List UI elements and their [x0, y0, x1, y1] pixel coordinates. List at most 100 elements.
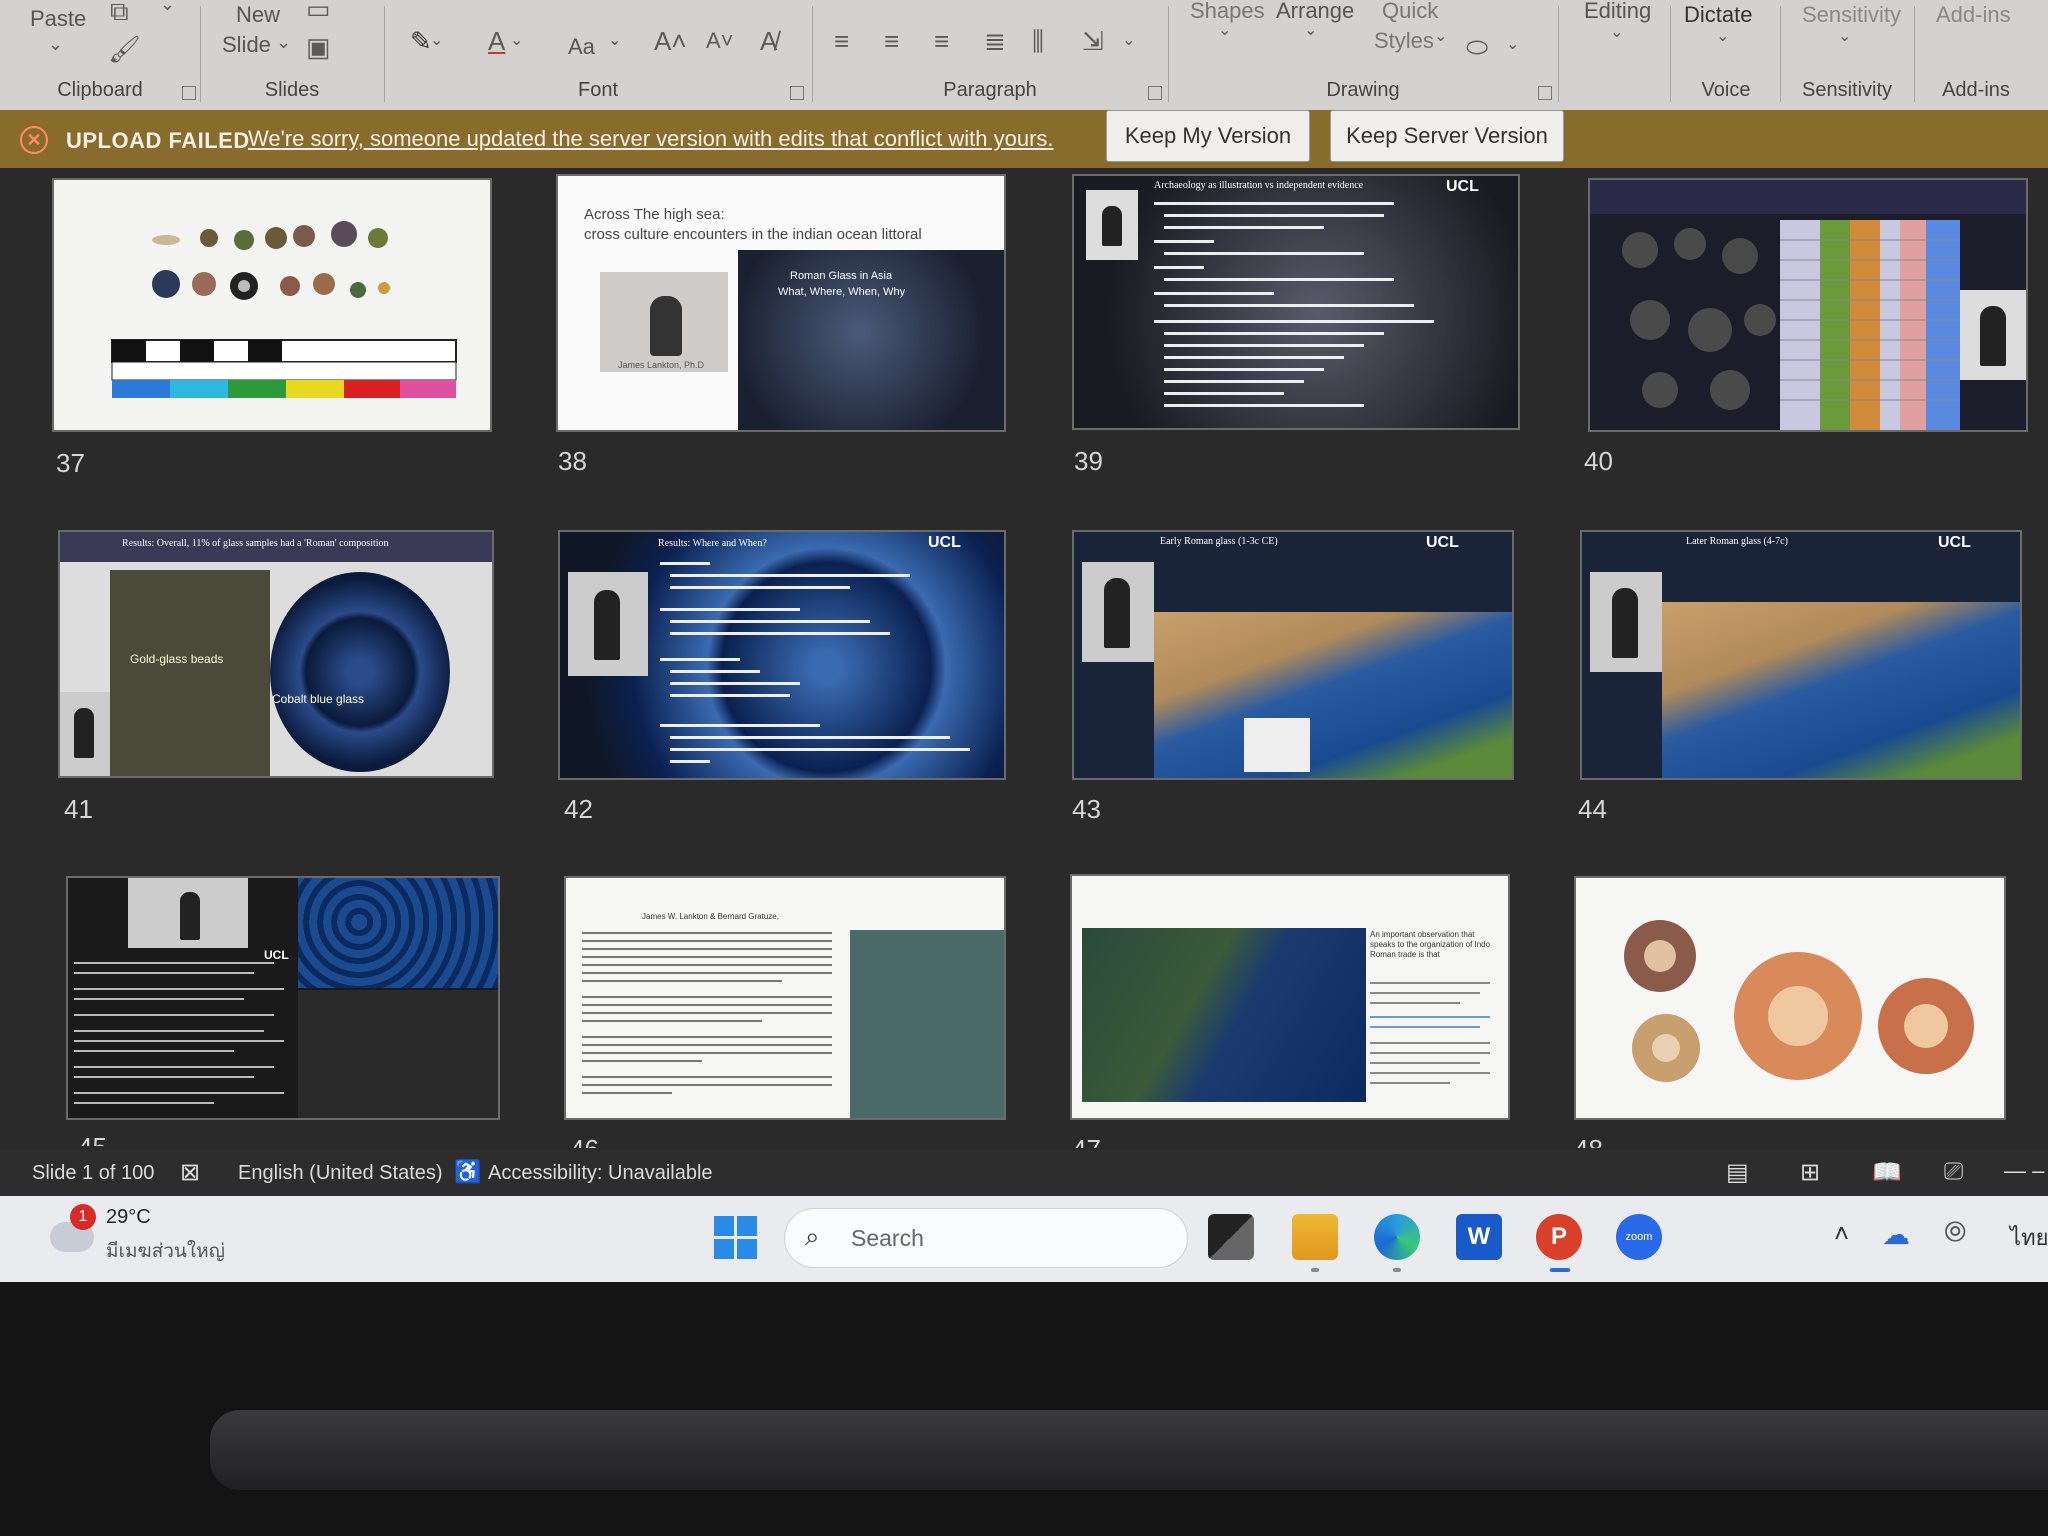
file-explorer-icon[interactable] [1292, 1214, 1338, 1260]
chevron-down-icon[interactable]: ⌄ [276, 32, 291, 53]
slide-header-band [1590, 180, 2026, 214]
slide-thumbnail[interactable]: Results: Overall, 11% of glass samples h… [58, 530, 494, 778]
blue-beads-photo [298, 878, 498, 988]
ribbon-separator [384, 6, 385, 102]
taskbar-search[interactable]: ⌕ Search [784, 1208, 1188, 1268]
font-color-icon[interactable]: A [488, 26, 505, 57]
spellcheck-icon[interactable]: ⊠ [180, 1158, 200, 1187]
align-right-icon[interactable]: ≡ [934, 26, 949, 57]
align-center-icon[interactable]: ≡ [884, 26, 899, 57]
section-icon[interactable]: ▣ [306, 32, 331, 63]
conflict-message-link[interactable]: We're sorry, someone updated the server … [248, 126, 1054, 152]
paste-button[interactable]: Paste [30, 6, 86, 32]
chevron-down-icon[interactable]: ⌄ [160, 0, 175, 15]
new-slide-button-label[interactable]: Slide [222, 32, 271, 58]
onedrive-icon[interactable]: ☁ [1882, 1218, 1910, 1251]
slideshow-icon[interactable]: ⎚ [1944, 1158, 1963, 1186]
powerpoint-icon[interactable]: P [1536, 1214, 1582, 1260]
slide-thumbnail[interactable]: James W. Lankton & Bernard Gratuze, [564, 876, 1006, 1120]
sensitivity-button[interactable]: Sensitivity [1802, 2, 1901, 28]
weather-description[interactable]: มีเมฆส่วนใหญ่ [106, 1236, 225, 1266]
new-slide-button[interactable]: New [236, 2, 280, 28]
chevron-down-icon[interactable]: ⌄ [510, 30, 523, 50]
keep-my-version-button[interactable]: Keep My Version [1106, 110, 1310, 162]
slide-note: An important observation that speaks to … [1370, 930, 1491, 959]
input-language-indicator[interactable]: ไทย [2010, 1220, 2048, 1255]
format-painter-icon[interactable]: 🖌 [108, 34, 141, 65]
normal-view-icon[interactable]: ▤ [1726, 1158, 1749, 1187]
shrink-font-icon[interactable]: A˅ [706, 28, 734, 54]
slide-thumbnail[interactable] [1574, 876, 2006, 1120]
accessibility-icon[interactable]: ♿ [454, 1159, 481, 1185]
chevron-down-icon[interactable]: ⌄ [1506, 34, 1519, 54]
slide-number-partial: 48 [1574, 1134, 1603, 1148]
font-label: Font [577, 79, 619, 101]
slide-thumbnail[interactable]: An important observation that speaks to … [1070, 874, 1510, 1120]
upload-failed-bar: ✕ UPLOAD FAILED We're sorry, someone upd… [0, 110, 2048, 168]
drawing-launcher-icon[interactable] [1538, 86, 1552, 100]
accessibility-status[interactable]: Accessibility: Unavailable [488, 1162, 713, 1185]
editing-button[interactable]: Editing [1584, 0, 1651, 24]
layout-icon[interactable]: ▭ [306, 0, 331, 25]
slide-thumbnail[interactable]: Results: Where and When? UCL [558, 530, 1006, 780]
slide-thumbnail[interactable]: Across The high sea: cross culture encou… [556, 174, 1006, 432]
upload-failed-title: UPLOAD FAILED [66, 128, 250, 153]
change-case-button[interactable]: Aa [568, 34, 595, 60]
chevron-down-icon[interactable]: ⌄ [1122, 30, 1135, 50]
grow-font-icon[interactable]: A˄ [654, 26, 687, 57]
paragraph-launcher-icon[interactable] [1148, 86, 1162, 100]
justify-icon[interactable]: ≣ [984, 26, 1006, 57]
word-icon[interactable]: W [1456, 1214, 1502, 1260]
chevron-down-icon[interactable]: ⌄ [1838, 26, 1851, 46]
chevron-down-icon[interactable]: ⌄ [608, 30, 621, 50]
slide-thumbnail[interactable]: Later Roman glass (4-7c) UCL [1580, 530, 2022, 780]
slide-subtitle: cross culture encounters in the indian o… [584, 226, 922, 243]
edge-browser-icon[interactable] [1374, 1214, 1420, 1260]
clipboard-launcher-icon[interactable] [182, 86, 196, 100]
copy-icon[interactable]: ⧉ [110, 0, 129, 28]
quick-styles-button[interactable]: Quick [1382, 0, 1438, 24]
chevron-down-icon[interactable]: ⌄ [1610, 22, 1623, 42]
slide-number-partial: 46 [570, 1134, 599, 1148]
addins-button[interactable]: Add-ins [1936, 2, 2011, 28]
slide-thumbnail[interactable]: Archaeology as illustration vs independe… [1072, 174, 1520, 430]
keep-server-version-button[interactable]: Keep Server Version [1330, 110, 1564, 162]
running-indicator [1393, 1268, 1401, 1272]
slide-thumbnail[interactable] [52, 178, 492, 432]
weather-temperature[interactable]: 29°C [106, 1206, 151, 1229]
windows-start-icon[interactable] [714, 1216, 758, 1260]
slide-thumbnail[interactable]: Early Roman glass (1-3c CE) UCL [1072, 530, 1514, 780]
chevron-down-icon[interactable]: ⌄ [1218, 20, 1231, 40]
zoom-app-icon[interactable]: zoom [1616, 1214, 1662, 1260]
language-status[interactable]: English (United States) [238, 1162, 443, 1185]
columns-icon[interactable]: ⫼ [1032, 26, 1044, 58]
align-left-icon[interactable]: ≡ [834, 26, 849, 57]
sensitivity-label: Sensitivity [1801, 79, 1893, 101]
chevron-down-icon[interactable]: ⌄ [1304, 20, 1317, 40]
slide-count[interactable]: Slide 1 of 100 [32, 1162, 154, 1185]
show-hidden-icons-chevron-icon[interactable]: ˄ [1834, 1218, 1849, 1249]
ribbon-separator [1168, 6, 1169, 102]
shape-fill-icon[interactable]: ⬭ [1466, 32, 1488, 64]
chevron-down-icon[interactable]: ⌄ [48, 34, 63, 55]
highlight-icon[interactable]: ✎ [410, 26, 432, 57]
chevron-down-icon[interactable]: ⌄ [1716, 26, 1729, 46]
chevron-down-icon[interactable]: ⌄ [430, 30, 443, 50]
system-tray-icon[interactable]: ⦾ [1944, 1216, 1966, 1249]
slide-thumbnail[interactable] [1588, 178, 2028, 432]
task-view-icon[interactable] [1208, 1214, 1254, 1260]
chevron-down-icon[interactable]: ⌄ [1434, 26, 1447, 46]
clear-formatting-icon[interactable]: A̸ [760, 26, 777, 57]
quick-styles-button-label[interactable]: Styles [1374, 28, 1434, 54]
slide-sorter-icon[interactable]: ⊞ [1800, 1158, 1820, 1187]
presenter-silhouette [1104, 578, 1130, 648]
text-direction-icon[interactable]: ⇲ [1082, 26, 1104, 57]
dictate-button[interactable]: Dictate [1684, 2, 1752, 28]
reading-view-icon[interactable]: 📖 [1872, 1158, 1902, 1187]
slide-number-partial: 47 [1072, 1134, 1101, 1148]
slide-thumbnail[interactable]: UCL [66, 876, 500, 1120]
font-launcher-icon[interactable] [790, 86, 804, 100]
laptop-bezel [0, 1282, 2048, 1536]
zoom-slider[interactable]: — – [2004, 1158, 2044, 1184]
ucl-logo: UCL [928, 534, 961, 551]
